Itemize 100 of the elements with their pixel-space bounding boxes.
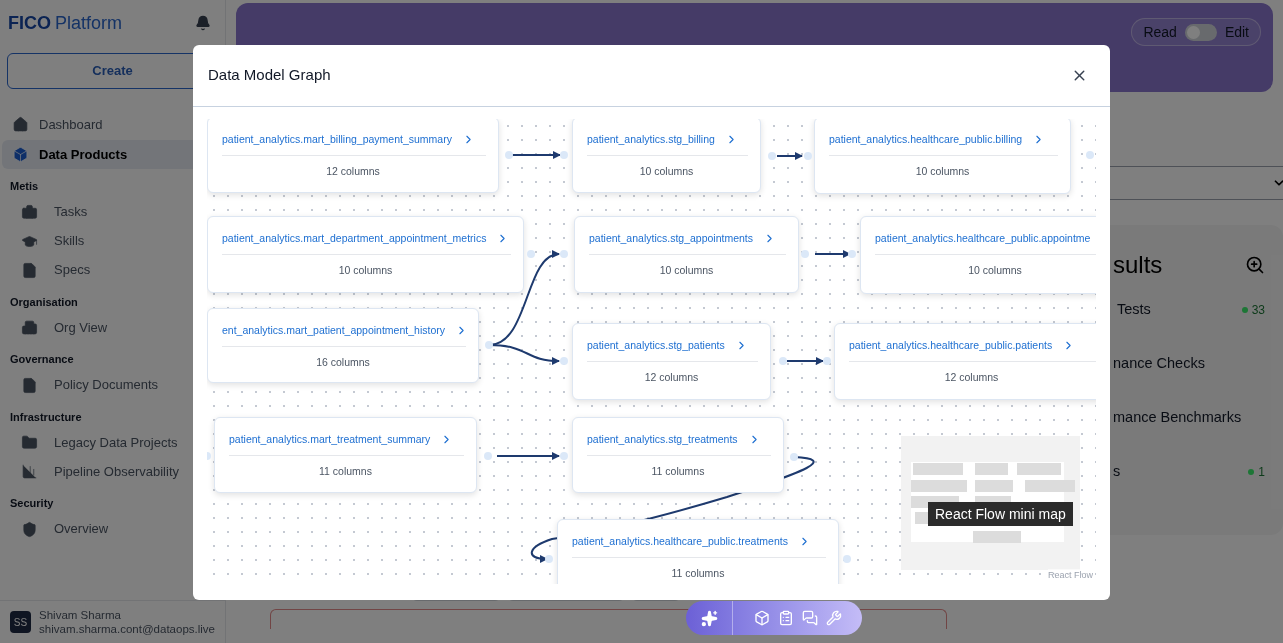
column-count: 11 columns	[650, 464, 706, 479]
bar-chart-icon	[21, 463, 38, 480]
table-node[interactable]: patient_analytics.healthcare_public.billing 10 columns	[814, 119, 1071, 194]
toggle-label: Read	[1143, 22, 1177, 42]
edge-arrow	[786, 357, 824, 365]
edge-arrow	[814, 250, 851, 258]
result-count: 1	[1258, 464, 1265, 481]
minimap-node	[973, 531, 1021, 543]
tools-icon[interactable]	[825, 610, 842, 626]
node-title-link[interactable]: patient_analytics.stg_treatments	[587, 432, 738, 446]
notification-bell-icon[interactable]	[195, 15, 211, 31]
column-count: 10 columns	[337, 263, 394, 278]
connection-handle[interactable]	[790, 453, 798, 461]
connection-handle[interactable]	[560, 151, 568, 159]
table-node[interactable]: patient_analytics.stg_patients 12 columns	[572, 323, 771, 400]
brand-logo-text: Platform	[55, 11, 123, 35]
node-title-link[interactable]: ent_analytics.mart_patient_appointment_history	[222, 323, 445, 337]
connection-handle[interactable]	[545, 555, 553, 563]
sparkles-icon[interactable]	[700, 609, 718, 627]
toggle-switch[interactable]	[1184, 23, 1217, 41]
user-avatar: SS	[10, 611, 32, 633]
node-title-link[interactable]: patient_analytics.mart_billing_payment_summary	[222, 132, 452, 146]
column-count: 12 columns	[643, 370, 700, 385]
connection-handle[interactable]	[485, 341, 493, 349]
connection-handle[interactable]	[843, 555, 851, 563]
cube-icon	[12, 146, 29, 163]
connection-handle[interactable]	[804, 152, 812, 160]
clipboard-icon[interactable]	[777, 610, 794, 626]
node-title-link[interactable]: patient_analytics.healthcare_public.appointme	[875, 231, 1091, 245]
node-title-link[interactable]: patient_analytics.stg_appointments	[589, 231, 754, 245]
column-count: 10 columns	[914, 164, 971, 179]
section-heading: Infrastructure	[9, 409, 83, 425]
document-icon	[21, 261, 38, 279]
minimap-node	[975, 463, 1008, 475]
result-label: mance Benchmarks	[1113, 408, 1242, 428]
node-title-link[interactable]: patient_analytics.mart_treatment_summary	[229, 432, 431, 446]
node-title-link[interactable]: patient_analytics.healthcare_public.billing	[829, 132, 1023, 146]
connection-handle[interactable]	[527, 250, 535, 258]
table-node[interactable]: ent_analytics.mart_patient_appointment_history 16 columns	[207, 308, 479, 383]
nav-item[interactable]: Overview	[2, 514, 223, 544]
table-node[interactable]: patient_analytics.stg_treatments 11 columns	[572, 417, 784, 493]
connection-handle[interactable]	[848, 250, 856, 258]
column-count: 10 columns	[638, 164, 695, 179]
tooltip: React Flow mini map	[928, 502, 1073, 526]
connection-handle[interactable]	[1086, 151, 1094, 159]
section-heading: Metis	[9, 179, 40, 194]
table-node[interactable]: patient_analytics.mart_billing_payment_summary 12 columns	[207, 119, 499, 193]
minimap-node	[975, 480, 1013, 492]
result-label: s	[1113, 462, 1121, 482]
user-email: shivam.sharma.cont@dataops.live	[39, 622, 215, 636]
connection-handle[interactable]	[779, 357, 787, 365]
connection-handle[interactable]	[484, 452, 492, 460]
result-label: Tests	[1116, 300, 1151, 320]
section-heading: Security	[9, 496, 55, 511]
chat-icon[interactable]	[801, 610, 818, 626]
column-count: 12 columns	[943, 370, 1000, 385]
cube-icon[interactable]	[753, 610, 770, 626]
column-count: 12 columns	[325, 164, 381, 179]
column-count: 11 columns	[318, 464, 373, 479]
zoom-in-icon[interactable]	[1245, 255, 1265, 275]
node-title-link[interactable]: patient_analytics.mart_department_appointment_metrics	[222, 231, 487, 245]
connection-handle[interactable]	[505, 151, 513, 159]
connection-handle[interactable]	[560, 357, 568, 365]
result-count: 33	[1251, 302, 1265, 319]
card-title: sults	[1112, 250, 1163, 280]
section-heading: Governance	[9, 352, 75, 367]
document-icon	[21, 376, 38, 394]
table-node[interactable]: patient_analytics.stg_appointments 10 columns	[574, 216, 799, 293]
minimap-node	[911, 480, 967, 492]
connection-handle[interactable]	[560, 250, 568, 258]
node-title-link[interactable]: patient_analytics.healthcare_public.patients	[849, 338, 1053, 352]
user-name: Shivam Sharma	[39, 608, 122, 622]
node-title-link[interactable]: patient_analytics.stg_patients	[587, 338, 725, 352]
table-node[interactable]: patient_analytics.mart_treatment_summary 11 columns	[214, 417, 477, 493]
building-icon	[21, 319, 38, 336]
folder-icon	[21, 434, 38, 451]
shield-icon	[21, 520, 38, 538]
connection-handle[interactable]	[768, 152, 776, 160]
column-count: 16 columns	[315, 355, 371, 370]
table-node[interactable]: patient_analytics.mart_department_appointment_metrics 10 columns	[207, 216, 524, 293]
result-label: nance Checks	[1113, 354, 1205, 374]
node-title-link[interactable]: patient_analytics.stg_billing	[587, 132, 715, 146]
table-node[interactable]: patient_analytics.healthcare_public.appointme 10 columns	[860, 216, 1096, 294]
minimap-node	[1017, 463, 1061, 475]
brand-logo-bold: FICO	[8, 11, 51, 35]
minimap-node	[1025, 480, 1075, 492]
connection-handle[interactable]	[801, 250, 809, 258]
node-title-link[interactable]: patient_analytics.healthcare_public.treatments	[572, 534, 788, 548]
minimap-node	[913, 463, 963, 475]
column-count: 10 columns	[658, 263, 715, 278]
column-count: 10 columns	[967, 263, 1023, 278]
edge-arrow	[776, 152, 803, 160]
connection-handle[interactable]	[823, 357, 831, 365]
briefcase-icon	[21, 203, 38, 221]
section-heading: Organisation	[9, 294, 79, 310]
table-node[interactable]: patient_analytics.healthcare_public.patients 12 columns	[834, 323, 1096, 400]
table-node[interactable]: patient_analytics.stg_billing 10 columns	[572, 119, 761, 193]
connection-handle[interactable]	[560, 452, 568, 460]
column-count: 11 columns	[670, 566, 726, 581]
table-node[interactable]: patient_analytics.healthcare_public.treatments 11 columns	[557, 519, 839, 584]
